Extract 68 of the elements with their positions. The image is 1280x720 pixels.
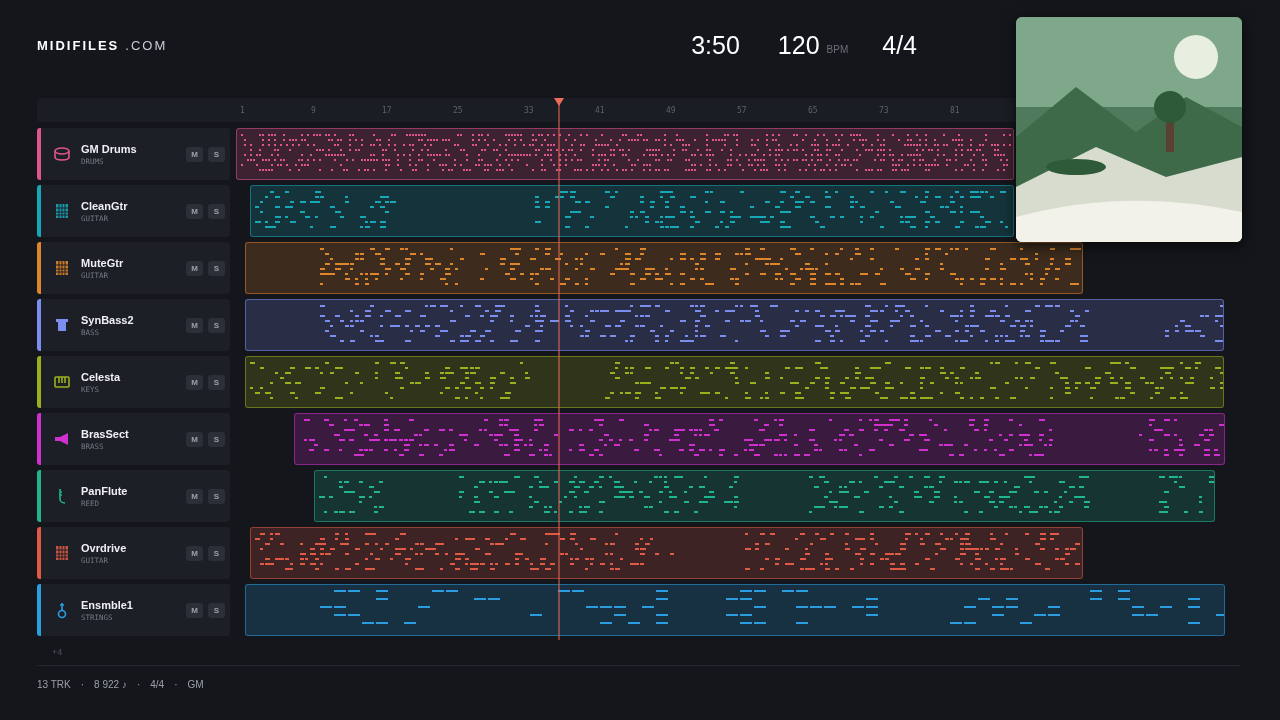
midi-clip[interactable] bbox=[245, 242, 1083, 294]
solo-button[interactable]: S bbox=[208, 374, 225, 390]
horn-icon bbox=[53, 430, 71, 448]
track-name: Ensmble1 bbox=[81, 598, 134, 611]
midi-clip[interactable] bbox=[245, 584, 1225, 636]
fretboard-icon bbox=[53, 202, 71, 220]
mute-button[interactable]: M bbox=[186, 545, 203, 561]
midi-clip[interactable] bbox=[250, 185, 1014, 237]
track-name: MuteGtr bbox=[81, 256, 125, 269]
mute-button[interactable]: M bbox=[186, 602, 203, 618]
fretboard-icon bbox=[53, 544, 71, 562]
mute-button[interactable]: M bbox=[186, 488, 203, 504]
midi-clip[interactable] bbox=[314, 470, 1215, 522]
midi-clip[interactable] bbox=[245, 299, 1224, 351]
track-name: Ovrdrive bbox=[81, 541, 128, 554]
solo-button[interactable]: S bbox=[208, 203, 225, 219]
midi-clip[interactable] bbox=[294, 413, 1225, 465]
mute-button[interactable]: M bbox=[186, 146, 203, 162]
playhead[interactable] bbox=[553, 98, 565, 640]
bar-number: 49 bbox=[666, 105, 677, 115]
mute-button[interactable]: M bbox=[186, 317, 203, 333]
status-text: · bbox=[174, 679, 178, 690]
logo: MIDIFILES bbox=[37, 37, 120, 53]
solo-button[interactable]: S bbox=[208, 545, 225, 561]
bar-number: 81 bbox=[950, 105, 961, 115]
track-name: CleanGtr bbox=[81, 199, 129, 212]
status-text: 4/4 bbox=[150, 679, 165, 690]
bar-number: 9 bbox=[311, 105, 317, 115]
bar-number: 17 bbox=[382, 105, 393, 115]
bar-number: 73 bbox=[879, 105, 890, 115]
song-duration: 3:50 bbox=[691, 30, 740, 60]
track-name: GM Drums bbox=[81, 142, 138, 155]
midi-clip[interactable] bbox=[245, 356, 1224, 408]
track-name: SynBass2 bbox=[81, 313, 135, 326]
solo-button[interactable]: S bbox=[208, 431, 225, 447]
solo-button[interactable]: S bbox=[208, 146, 225, 162]
bar-number: 57 bbox=[737, 105, 748, 115]
midi-clip[interactable] bbox=[250, 527, 1083, 579]
solo-button[interactable]: S bbox=[208, 488, 225, 504]
tempo-value: 120 bbox=[777, 30, 820, 60]
mute-button[interactable]: M bbox=[186, 260, 203, 276]
mute-button[interactable]: M bbox=[186, 203, 203, 219]
time-signature: 4/4 bbox=[882, 30, 917, 60]
solo-button[interactable]: S bbox=[208, 602, 225, 618]
solo-button[interactable]: S bbox=[208, 317, 225, 333]
track-name: BrasSect bbox=[81, 427, 130, 440]
keyboard-icon bbox=[53, 373, 71, 391]
status-text: 8 922 ♪ bbox=[94, 679, 127, 690]
bar-number: 25 bbox=[453, 105, 464, 115]
bar-number: 41 bbox=[595, 105, 606, 115]
drum-icon bbox=[53, 145, 71, 163]
bar-number: 1 bbox=[240, 105, 246, 115]
mute-button[interactable]: M bbox=[186, 431, 203, 447]
bar-number: 65 bbox=[808, 105, 819, 115]
track-name: PanFlute bbox=[81, 484, 129, 497]
solo-button[interactable]: S bbox=[208, 260, 225, 276]
track-name: Celesta bbox=[81, 370, 122, 383]
midi-clip[interactable] bbox=[236, 128, 1014, 180]
status-text: · bbox=[136, 679, 141, 690]
fretboard-icon bbox=[53, 259, 71, 277]
status-text: GM bbox=[187, 679, 204, 690]
tempo-unit: BPM bbox=[826, 43, 849, 55]
bass-icon bbox=[53, 316, 71, 334]
status-text: 13 TRK bbox=[37, 679, 71, 690]
bar-number: 33 bbox=[524, 105, 535, 115]
mute-button[interactable]: M bbox=[186, 374, 203, 390]
logo-suffix: .COM bbox=[125, 37, 168, 53]
status-text: · bbox=[80, 679, 85, 690]
